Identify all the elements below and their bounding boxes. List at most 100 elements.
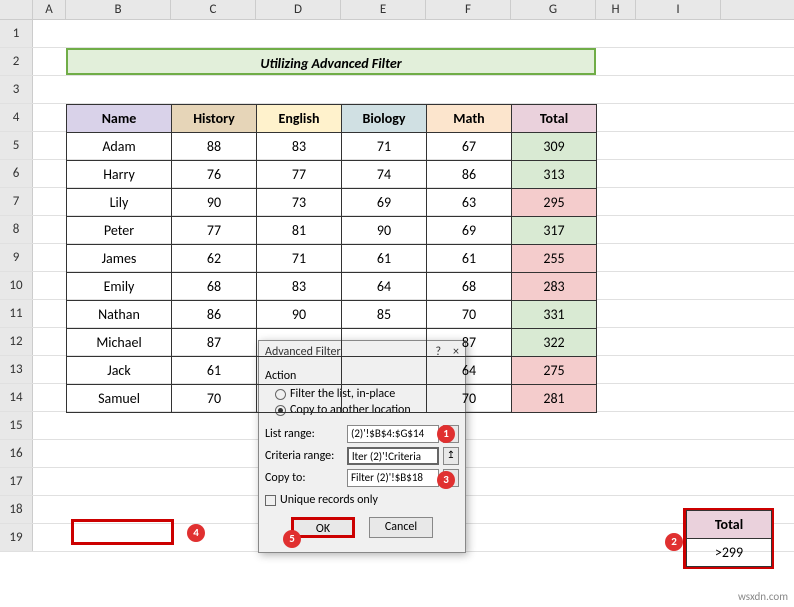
table-cell[interactable]: 67 <box>427 133 512 161</box>
table-cell[interactable]: Harry <box>67 161 172 189</box>
table-cell[interactable]: 68 <box>172 273 257 301</box>
table-cell[interactable]: 63 <box>427 189 512 217</box>
criteria-range-input[interactable]: lter (2)'!Criteria <box>347 447 439 465</box>
criteria-value[interactable]: >299 <box>687 539 772 567</box>
table-cell[interactable]: 69 <box>342 189 427 217</box>
table-cell[interactable]: 64 <box>427 357 512 385</box>
row-header[interactable]: 5 <box>0 132 33 159</box>
table-cell[interactable]: 90 <box>172 189 257 217</box>
table-cell[interactable]: 86 <box>427 161 512 189</box>
row-header[interactable]: 10 <box>0 272 33 299</box>
table-cell[interactable]: 70 <box>427 385 512 413</box>
row-header[interactable]: 11 <box>0 300 33 327</box>
row-header[interactable]: 4 <box>0 104 33 131</box>
table-cell[interactable]: 61 <box>427 245 512 273</box>
copy-to-input[interactable]: Filter (2)'!$B$18 <box>347 469 439 487</box>
table-header-history[interactable]: History <box>172 105 257 133</box>
table-cell[interactable]: 275 <box>512 357 597 385</box>
unique-records-checkbox[interactable] <box>265 495 276 506</box>
table-cell[interactable]: 295 <box>512 189 597 217</box>
table-header-total[interactable]: Total <box>512 105 597 133</box>
table-cell[interactable]: 62 <box>172 245 257 273</box>
row-header[interactable]: 12 <box>0 328 33 355</box>
row-header[interactable]: 8 <box>0 216 33 243</box>
table-cell[interactable]: 309 <box>512 133 597 161</box>
row-header[interactable]: 18 <box>0 496 33 523</box>
table-cell[interactable]: James <box>67 245 172 273</box>
table-cell[interactable]: Nathan <box>67 301 172 329</box>
table-cell[interactable]: Jack <box>67 357 172 385</box>
table-cell[interactable]: 83 <box>257 133 342 161</box>
col-header-a[interactable]: A <box>33 0 66 19</box>
row-header[interactable]: 7 <box>0 188 33 215</box>
table-cell[interactable]: 322 <box>512 329 597 357</box>
table-cell[interactable]: Lily <box>67 189 172 217</box>
table-header-name[interactable]: Name <box>67 105 172 133</box>
table-cell[interactable]: 70 <box>172 385 257 413</box>
table-cell[interactable]: Adam <box>67 133 172 161</box>
table-cell[interactable]: 71 <box>342 133 427 161</box>
row-header[interactable]: 3 <box>0 76 33 103</box>
table-cell[interactable] <box>342 329 427 357</box>
row-header[interactable]: 9 <box>0 244 33 271</box>
table-cell[interactable]: 87 <box>427 329 512 357</box>
row-header[interactable]: 13 <box>0 356 33 383</box>
table-cell[interactable]: 90 <box>257 301 342 329</box>
table-cell[interactable] <box>257 385 342 413</box>
table-cell[interactable]: 77 <box>172 217 257 245</box>
table-cell[interactable]: 73 <box>257 189 342 217</box>
row-header[interactable]: 15 <box>0 412 33 439</box>
table-cell[interactable] <box>342 357 427 385</box>
col-header-b[interactable]: B <box>66 0 171 19</box>
col-header-e[interactable]: E <box>341 0 426 19</box>
table-cell[interactable]: Peter <box>67 217 172 245</box>
table-cell[interactable]: 81 <box>257 217 342 245</box>
table-cell[interactable]: 90 <box>342 217 427 245</box>
col-header-g[interactable]: G <box>511 0 596 19</box>
table-cell[interactable]: 77 <box>257 161 342 189</box>
table-cell[interactable]: 71 <box>257 245 342 273</box>
col-header-f[interactable]: F <box>426 0 511 19</box>
table-cell[interactable]: 61 <box>342 245 427 273</box>
table-cell[interactable]: 76 <box>172 161 257 189</box>
table-cell[interactable]: 83 <box>257 273 342 301</box>
table-header-biology[interactable]: Biology <box>342 105 427 133</box>
table-cell[interactable]: 317 <box>512 217 597 245</box>
table-cell[interactable]: 69 <box>427 217 512 245</box>
col-header-c[interactable]: C <box>171 0 256 19</box>
table-header-math[interactable]: Math <box>427 105 512 133</box>
table-cell[interactable]: Michael <box>67 329 172 357</box>
row-header[interactable]: 16 <box>0 440 33 467</box>
table-cell[interactable] <box>257 329 342 357</box>
col-header-d[interactable]: D <box>256 0 341 19</box>
criteria-range-picker-icon[interactable]: ↥ <box>443 447 459 465</box>
row-header[interactable]: 17 <box>0 468 33 495</box>
criteria-header[interactable]: Total <box>687 511 772 539</box>
col-header-h[interactable]: H <box>596 0 636 19</box>
table-cell[interactable] <box>342 385 427 413</box>
table-cell[interactable]: 281 <box>512 385 597 413</box>
table-cell[interactable]: 64 <box>342 273 427 301</box>
table-cell[interactable]: 86 <box>172 301 257 329</box>
row-header[interactable]: 2 <box>0 48 33 75</box>
cancel-button[interactable]: Cancel <box>369 517 433 538</box>
table-cell[interactable]: 61 <box>172 357 257 385</box>
row-header[interactable]: 1 <box>0 20 33 47</box>
table-cell[interactable]: 68 <box>427 273 512 301</box>
table-cell[interactable]: 331 <box>512 301 597 329</box>
table-cell[interactable]: 255 <box>512 245 597 273</box>
row-header[interactable]: 14 <box>0 384 33 411</box>
list-range-input[interactable]: (2)'!$B$4:$G$14 <box>347 425 439 443</box>
table-header-english[interactable]: English <box>257 105 342 133</box>
table-cell[interactable]: 70 <box>427 301 512 329</box>
table-cell[interactable]: 87 <box>172 329 257 357</box>
table-cell[interactable]: 283 <box>512 273 597 301</box>
row-header[interactable]: 19 <box>0 524 33 551</box>
table-cell[interactable]: Emily <box>67 273 172 301</box>
table-cell[interactable]: Samuel <box>67 385 172 413</box>
select-all-corner[interactable] <box>0 0 33 19</box>
table-cell[interactable]: 313 <box>512 161 597 189</box>
table-cell[interactable]: 74 <box>342 161 427 189</box>
table-cell[interactable]: 85 <box>342 301 427 329</box>
col-header-i[interactable]: I <box>636 0 721 19</box>
